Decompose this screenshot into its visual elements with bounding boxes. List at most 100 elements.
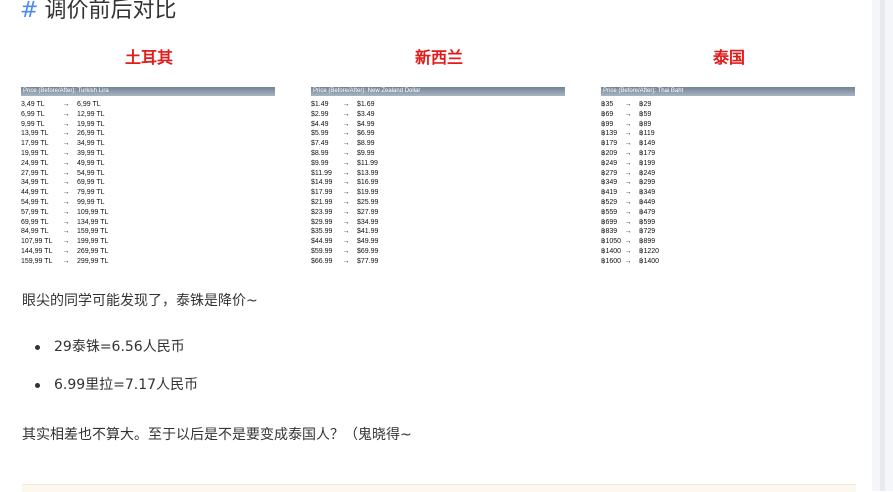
price-before: 159,99 TL [21,257,53,265]
price-row: 27,99 TL → 54,99 TL [21,169,275,179]
price-before: $29.99 [311,218,333,226]
price-after: $6.99 [357,130,375,138]
price-after: $34.99 [357,218,379,226]
price-after: 79,99 TL [77,189,105,197]
price-after: ฿249 [639,169,656,177]
price-after: ฿299 [639,179,656,187]
price-table-header: Price (Before/After): New Zealand Dollar [311,87,565,96]
arrow-right-icon: → [342,130,350,138]
price-before: $35.99 [311,228,333,236]
heading-title: 调价前后对比 [44,0,177,23]
arrow-right-icon: → [62,228,70,236]
price-row: ฿139 → ฿119 [601,129,855,139]
price-before: ฿35 [601,101,614,108]
price-before: 27,99 TL [21,169,49,177]
price-after: ฿349 [639,189,656,197]
arrow-right-icon: → [62,247,70,255]
price-after: 49,99 TL [77,159,105,167]
arrow-right-icon: → [624,149,632,157]
price-before: $7.49 [311,140,329,148]
price-before: 44,99 TL [21,189,49,197]
heading-anchor[interactable]: # [20,0,38,23]
price-after: 69,99 TL [77,179,105,187]
price-before: ฿179 [601,140,618,148]
price-row: $1.49 → $1.69 [311,100,565,110]
price-before: ฿249 [601,159,618,167]
price-row: 9,99 TL → 19,99 TL [21,120,275,130]
price-after: ฿479 [639,208,656,216]
arrow-right-icon: → [342,140,350,148]
price-row: 19,99 TL → 39,99 TL [21,149,275,159]
price-row: ฿179 → ฿149 [601,139,855,149]
price-row: 13,99 TL → 26,99 TL [21,129,275,139]
price-table-header: Price (Before/After): Thai Baht [601,87,855,96]
list-item-text: 6.99里拉=7.17人民币 [54,377,199,393]
price-after: ฿449 [639,198,656,206]
arrow-right-icon: → [62,130,70,138]
arrow-right-icon: → [624,257,632,265]
price-row: $7.49 → $8.99 [311,139,565,149]
price-row: 34,99 TL → 69,99 TL [21,178,275,188]
price-before: 84,99 TL [21,228,49,236]
price-before: ฿419 [601,189,618,197]
price-before: ฿69 [601,110,614,118]
price-after: $49.99 [357,238,379,246]
price-after: 6,99 TL [77,101,101,108]
price-rows: $1.49 → $1.69 $2.99 → $3.49 $4.49 → $4.99 $5.99 → $… [311,100,565,267]
price-row: $5.99 → $6.99 [311,129,565,139]
price-after: 34,99 TL [77,140,105,148]
price-row: ฿209 → ฿179 [601,149,855,159]
price-table-header: Price (Before/After): Turkish Lira [21,87,275,96]
price-after: $19.99 [357,189,379,197]
price-row: $4.49 → $4.99 [311,120,565,130]
price-before: $17.99 [311,189,333,197]
arrow-right-icon: → [624,110,632,118]
arrow-right-icon: → [342,228,350,236]
price-row: ฿35 → ฿29 [601,100,855,110]
price-after: ฿89 [639,120,652,128]
price-before: ฿99 [601,120,614,128]
arrow-right-icon: → [62,257,70,265]
price-rows: ฿35 → ฿29 ฿69 → ฿59 ฿99 → ฿89 ฿139 → ฿119 ฿179 → ฿149 ฿… [601,100,855,267]
arrow-right-icon: → [624,179,632,187]
price-before: 13,99 TL [21,130,49,138]
price-row: 54,99 TL → 99,99 TL [21,198,275,208]
price-before: $21.99 [311,198,333,206]
price-rows: 3,49 TL → 6,99 TL 6,99 TL → 12,99 TL 9,99 TL → 1… [21,100,275,267]
arrow-right-icon: → [342,120,350,128]
price-after: $8.99 [357,140,375,148]
price-row: 144,99 TL → 269,99 TL [21,247,275,257]
price-before: ฿1400 [601,247,622,255]
price-row: $29.99 → $34.99 [311,218,565,228]
price-after: $27.99 [357,208,379,216]
section-heading: # 调价前后对比 [20,0,176,24]
scrollbar[interactable] [880,0,885,491]
arrow-right-icon: → [342,189,350,197]
price-after: 134,99 TL [77,218,109,226]
price-row: $66.99 → $77.99 [311,257,565,267]
price-before: $8.99 [311,149,329,157]
price-before: 34,99 TL [21,179,49,187]
price-after: $13.99 [357,169,379,177]
paragraph-conclusion: 其实相差也不算大。至于以后是不是要变成泰国人？（鬼晓得~ [22,427,412,443]
column-title-thailand: 泰国 [712,48,745,67]
price-after: 199,99 TL [77,238,109,246]
price-before: 9,99 TL [21,120,45,128]
arrow-right-icon: → [624,228,632,236]
price-row: $17.99 → $19.99 [311,188,565,198]
price-row: ฿419 → ฿349 [601,188,855,198]
arrow-right-icon: → [624,247,632,255]
price-before: 69,99 TL [21,218,49,226]
arrow-right-icon: → [624,120,632,128]
price-after: 12,99 TL [77,110,105,118]
price-before: ฿279 [601,169,618,177]
price-row: $23.99 → $27.99 [311,208,565,218]
price-after: $11.99 [357,159,378,167]
price-before: 54,99 TL [21,198,49,206]
price-before: 24,99 TL [21,159,49,167]
price-row: ฿559 → ฿479 [601,208,855,218]
price-row: ฿349 → ฿299 [601,178,855,188]
arrow-right-icon: → [342,218,350,226]
price-after: ฿149 [639,140,656,148]
price-row: $21.99 → $25.99 [311,198,565,208]
